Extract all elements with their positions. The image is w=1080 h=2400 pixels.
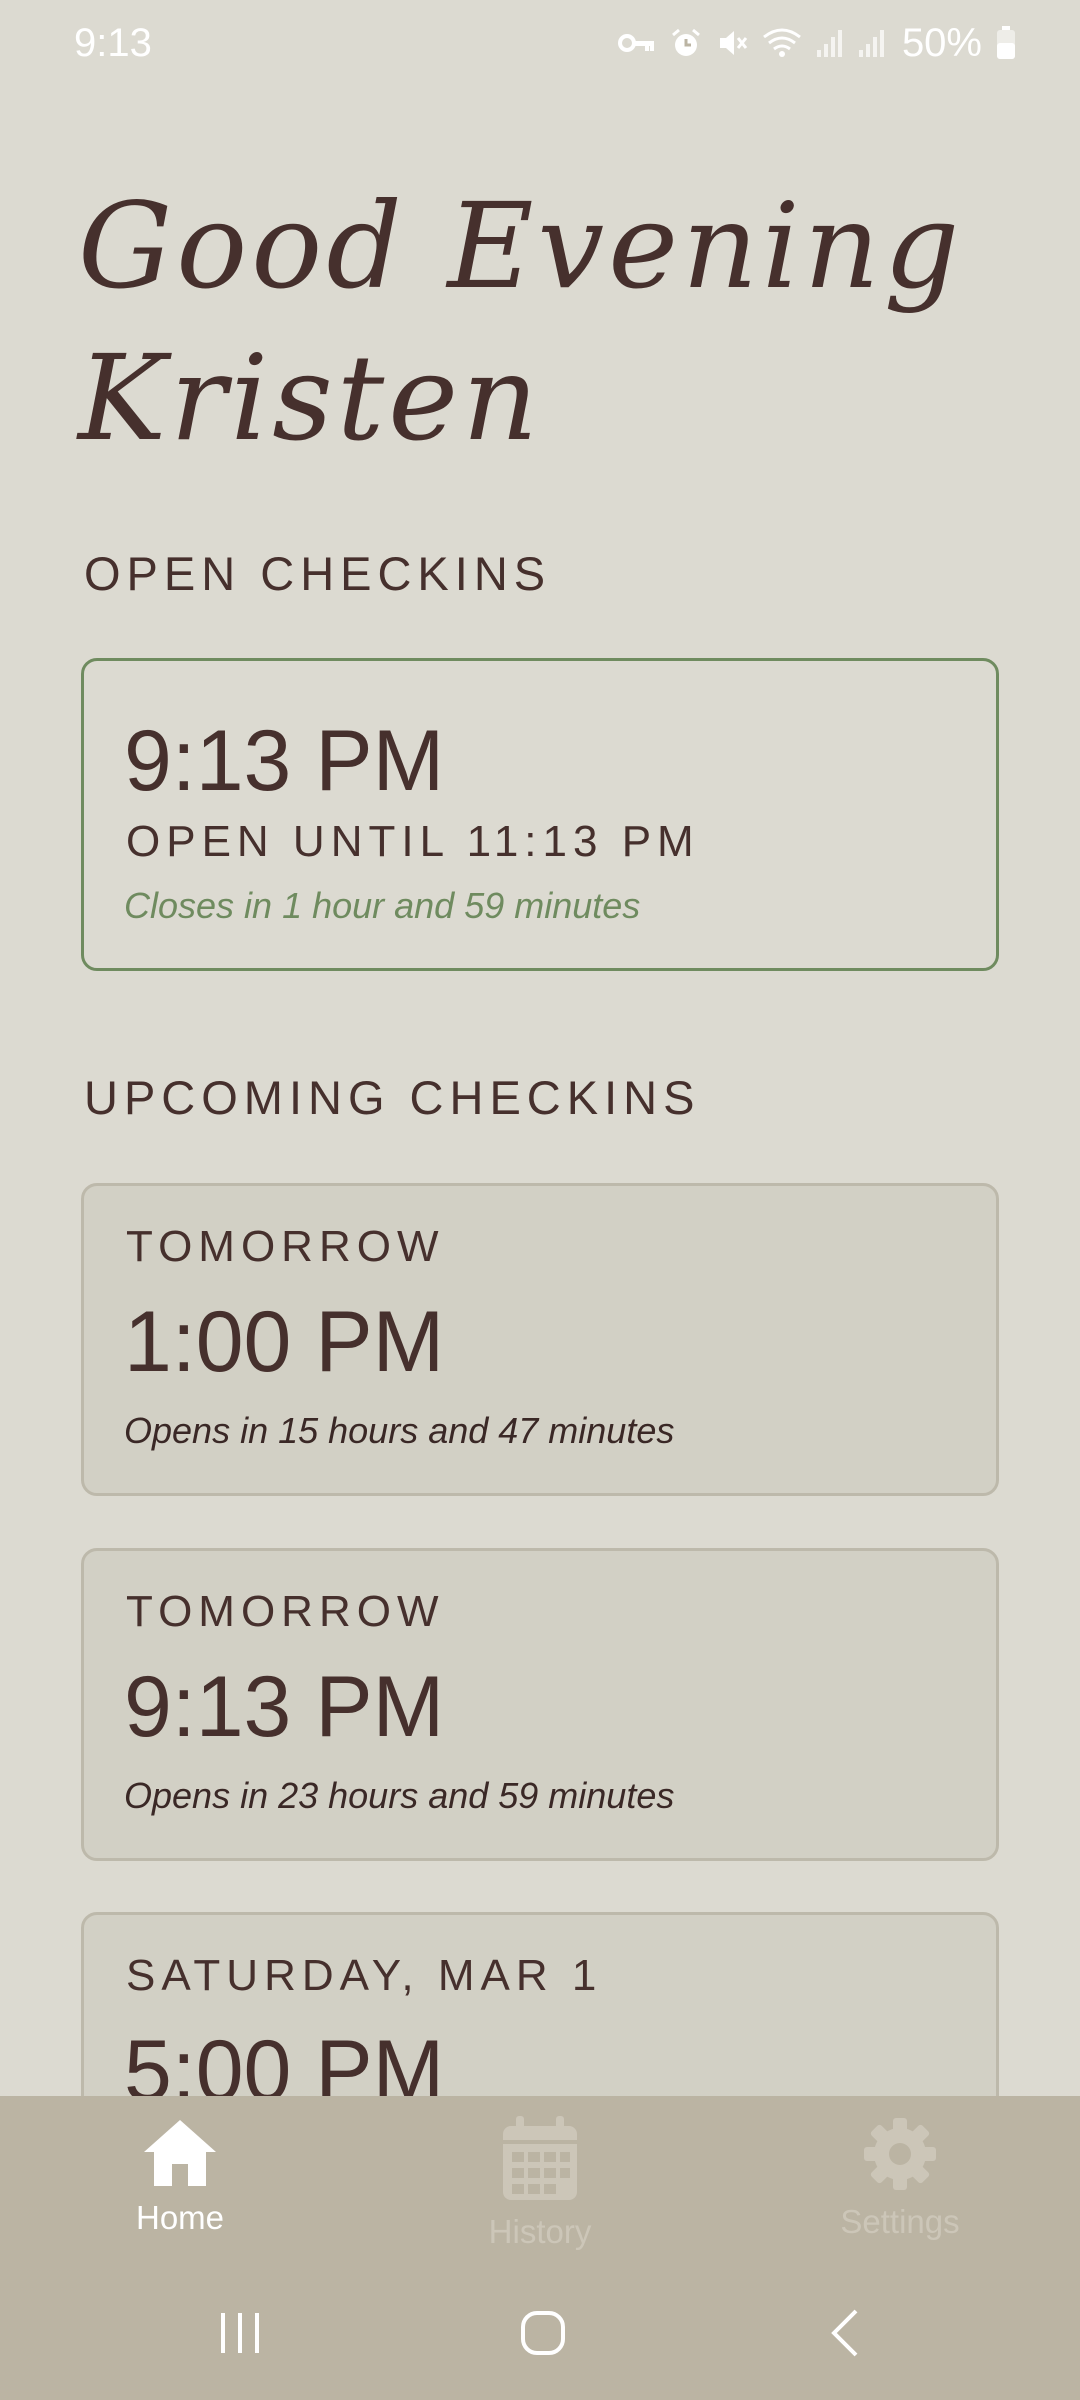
checkin-day: TOMORROW — [126, 1222, 445, 1271]
checkin-time: 9:13 PM — [124, 1659, 445, 1755]
upcoming-checkin-card[interactable]: TOMORROW 1:00 PM Opens in 15 hours and 4… — [81, 1183, 999, 1496]
signal-icon — [858, 28, 886, 58]
open-checkins-title: OPEN CHECKINS — [84, 547, 552, 600]
checkin-day: SATURDAY, MAR 1 — [126, 1951, 603, 2000]
recents-button[interactable] — [180, 2290, 300, 2380]
home-icon — [140, 2116, 220, 2193]
closes-in-note: Closes in 1 hour and 59 minutes — [124, 885, 641, 926]
nav-history[interactable]: History — [440, 2116, 640, 2251]
recents-icon — [217, 2311, 263, 2360]
upcoming-checkin-card[interactable]: TOMORROW 9:13 PM Opens in 23 hours and 5… — [81, 1548, 999, 1861]
greeting-line-1: Good Evening — [78, 177, 964, 315]
nav-label-settings: Settings — [840, 2203, 960, 2240]
open-until-label: OPEN UNTIL 11:13 PM — [126, 817, 700, 866]
nav-label-history: History — [488, 2213, 592, 2250]
checkin-time: 1:00 PM — [124, 1294, 445, 1390]
back-button[interactable] — [785, 2290, 905, 2380]
open-checkin-card[interactable]: 9:13 PM OPEN UNTIL 11:13 PM Closes in 1 … — [81, 658, 999, 971]
back-icon — [828, 2308, 862, 2363]
mute-icon — [716, 27, 748, 59]
checkin-day: TOMORROW — [126, 1587, 445, 1636]
system-nav — [0, 2290, 1080, 2380]
calendar-icon — [500, 2116, 580, 2207]
system-home-button[interactable] — [483, 2290, 603, 2380]
status-icons: 50% — [617, 20, 1016, 66]
alarm-icon — [670, 27, 702, 59]
greeting-name: Kristen — [78, 329, 543, 467]
status-time: 9:13 — [74, 20, 152, 65]
gear-icon — [862, 2116, 938, 2197]
nav-home[interactable]: Home — [80, 2116, 280, 2237]
signal-icon — [816, 28, 844, 58]
greeting: Good Evening Kristen — [78, 170, 1038, 474]
home-circle-icon — [519, 2309, 567, 2362]
nav-label-home: Home — [135, 2199, 225, 2236]
status-bar: 9:13 50% — [0, 0, 1080, 86]
opens-in-note: Opens in 23 hours and 59 minutes — [124, 1775, 675, 1816]
upcoming-checkins-title: UPCOMING CHECKINS — [84, 1071, 701, 1124]
opens-in-note: Opens in 15 hours and 47 minutes — [124, 1410, 675, 1451]
vpn-key-icon — [617, 31, 656, 55]
nav-settings[interactable]: Settings — [800, 2116, 1000, 2241]
battery-percent: 50% — [901, 20, 982, 65]
wifi-icon — [762, 27, 802, 59]
battery-icon — [996, 26, 1016, 60]
checkin-time: 9:13 PM — [124, 713, 445, 809]
